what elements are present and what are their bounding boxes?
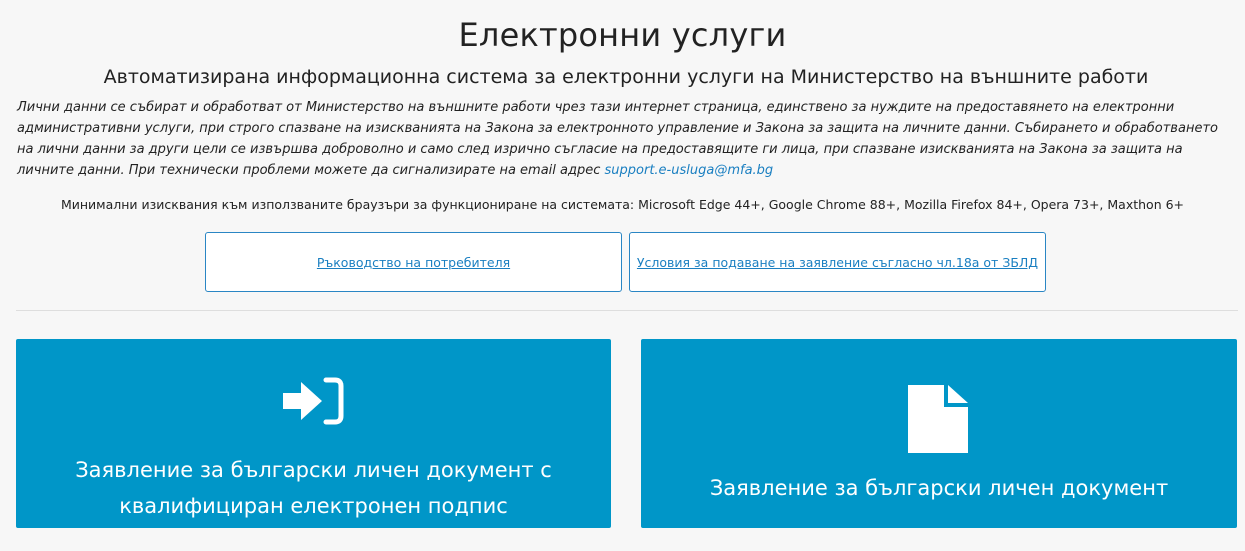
support-email-link[interactable]: support.e-usluga@mfa.bg xyxy=(605,163,774,178)
document-application-button[interactable]: Заявление за български личен документ xyxy=(641,339,1237,528)
application-terms-label: Условия за подаване на заявление съгласн… xyxy=(636,254,1039,270)
browser-requirements: Минимални изисквания към използваните бр… xyxy=(60,197,1185,212)
user-manual-label: Ръководство на потребителя xyxy=(316,254,511,270)
application-terms-link[interactable]: Условия за подаване на заявление съгласн… xyxy=(629,232,1046,292)
user-manual-link[interactable]: Ръководство на потребителя xyxy=(205,232,622,292)
page-subtitle: Автоматизирана информационна система за … xyxy=(103,66,1149,88)
document-icon xyxy=(907,383,969,459)
privacy-notice: Лични данни се събират и обработват от М… xyxy=(17,97,1237,181)
document-application-label: Заявление за български личен документ xyxy=(709,476,1169,500)
qes-application-button[interactable]: Заявление за български личен документ с … xyxy=(16,339,611,528)
page: Електронни услуги Автоматизирана информа… xyxy=(0,0,1245,551)
qes-application-label: Заявление за български личен документ с … xyxy=(75,458,552,518)
sign-in-icon xyxy=(282,376,346,430)
page-title: Електронни услуги xyxy=(458,16,787,54)
divider xyxy=(16,310,1238,311)
